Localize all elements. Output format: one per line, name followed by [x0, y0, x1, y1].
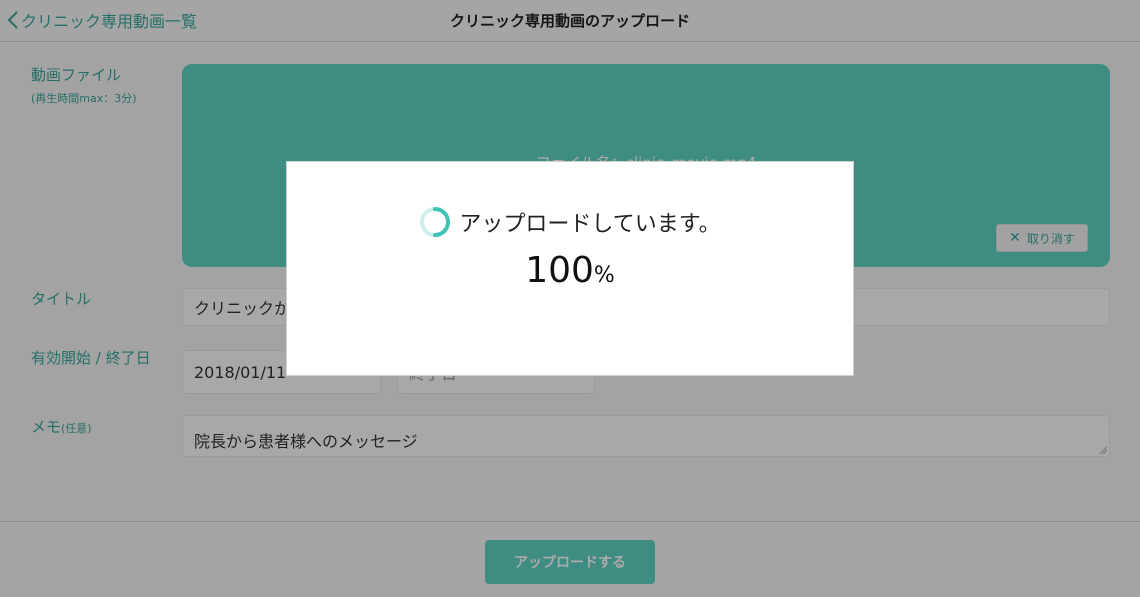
upload-progress: 100%	[287, 250, 853, 291]
loading-spinner-icon	[420, 207, 451, 237]
upload-status-message: アップロードしています。	[459, 212, 721, 237]
upload-status: アップロードしています。	[287, 206, 853, 238]
upload-progress-modal: アップロードしています。 100%	[286, 161, 854, 376]
progress-unit: %	[593, 263, 615, 288]
app: クリニック専用動画一覧 クリニック専用動画のアップロード 動画ファイル (再生時…	[0, 0, 1140, 597]
progress-value: 100	[525, 250, 594, 291]
